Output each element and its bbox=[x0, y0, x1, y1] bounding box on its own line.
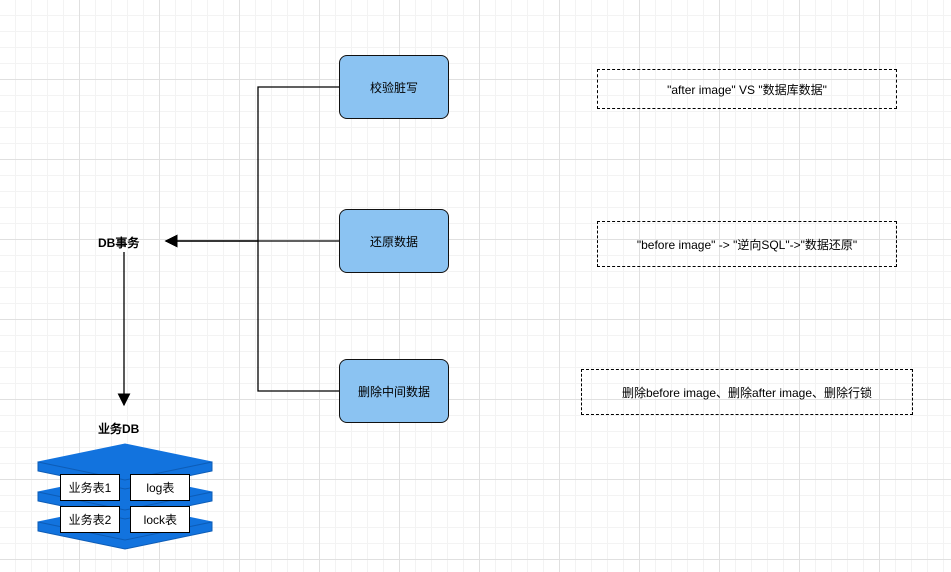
flow-restore-data: 还原数据 bbox=[339, 209, 449, 273]
db-row-2: 业务表2 lock表 bbox=[30, 506, 220, 533]
note-check-dirty: "after image" VS "数据库数据" bbox=[597, 69, 897, 109]
flow-restore-data-text: 还原数据 bbox=[370, 233, 418, 250]
biz-db-stack: 业务表1 log表 业务表2 lock表 bbox=[30, 442, 220, 567]
note-delete-mid-text: 删除before image、删除after image、删除行锁 bbox=[622, 384, 872, 401]
db-tx-label: DB事务 bbox=[98, 234, 139, 251]
note-check-dirty-text: "after image" VS "数据库数据" bbox=[667, 81, 827, 98]
note-restore-data-text: "before image" -> "逆向SQL"->"数据还原" bbox=[637, 236, 857, 253]
db-cell-lock: lock表 bbox=[130, 506, 190, 533]
db-row-1: 业务表1 log表 bbox=[30, 474, 220, 501]
db-cell-log: log表 bbox=[130, 474, 190, 501]
flow-delete-mid-text: 删除中间数据 bbox=[358, 383, 430, 400]
flow-check-dirty: 校验脏写 bbox=[339, 55, 449, 119]
flow-delete-mid: 删除中间数据 bbox=[339, 359, 449, 423]
db-cell-biz2: 业务表2 bbox=[60, 506, 121, 533]
flow-check-dirty-text: 校验脏写 bbox=[370, 79, 418, 96]
note-restore-data: "before image" -> "逆向SQL"->"数据还原" bbox=[597, 221, 897, 267]
db-cell-biz1: 业务表1 bbox=[60, 474, 121, 501]
biz-db-label: 业务DB bbox=[98, 420, 139, 437]
note-delete-mid: 删除before image、删除after image、删除行锁 bbox=[581, 369, 913, 415]
